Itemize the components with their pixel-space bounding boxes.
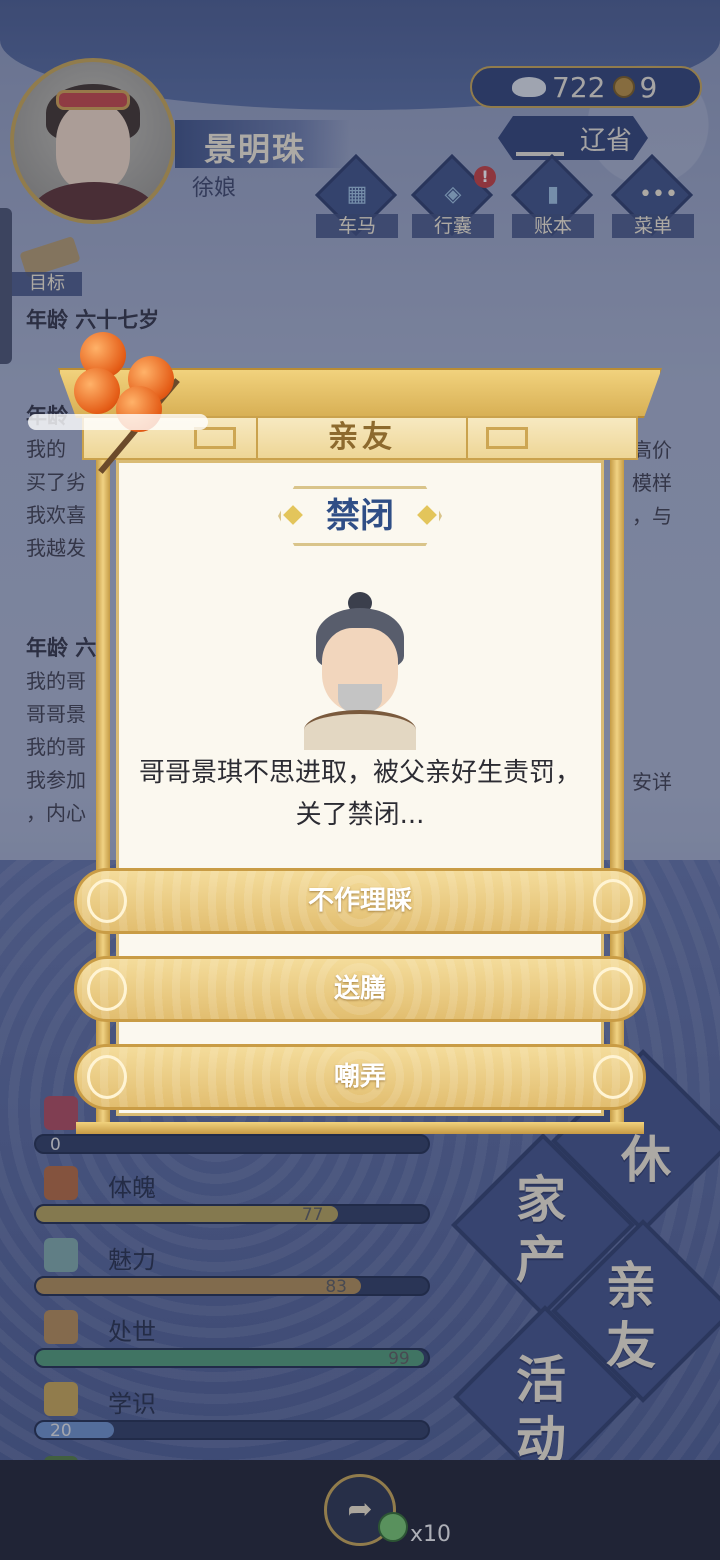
choice-mock-button[interactable]: 嘲弄 xyxy=(74,1044,646,1110)
brother-portrait xyxy=(298,592,422,750)
choice-send-meal-button[interactable]: 送膳 xyxy=(74,956,646,1022)
dialog-base xyxy=(76,1122,644,1134)
event-description: 哥哥景琪不思进取，被父亲好生责罚，关了禁闭... xyxy=(138,758,581,830)
candied-haws-icon xyxy=(66,326,216,474)
choice-ignore-button[interactable]: 不作理睬 xyxy=(74,868,646,934)
dialog-title: 亲友 xyxy=(256,418,468,458)
dialog-pillar-left xyxy=(96,460,110,1130)
dialog-pillar-right xyxy=(610,460,624,1130)
cloud-ribbon xyxy=(28,414,208,430)
